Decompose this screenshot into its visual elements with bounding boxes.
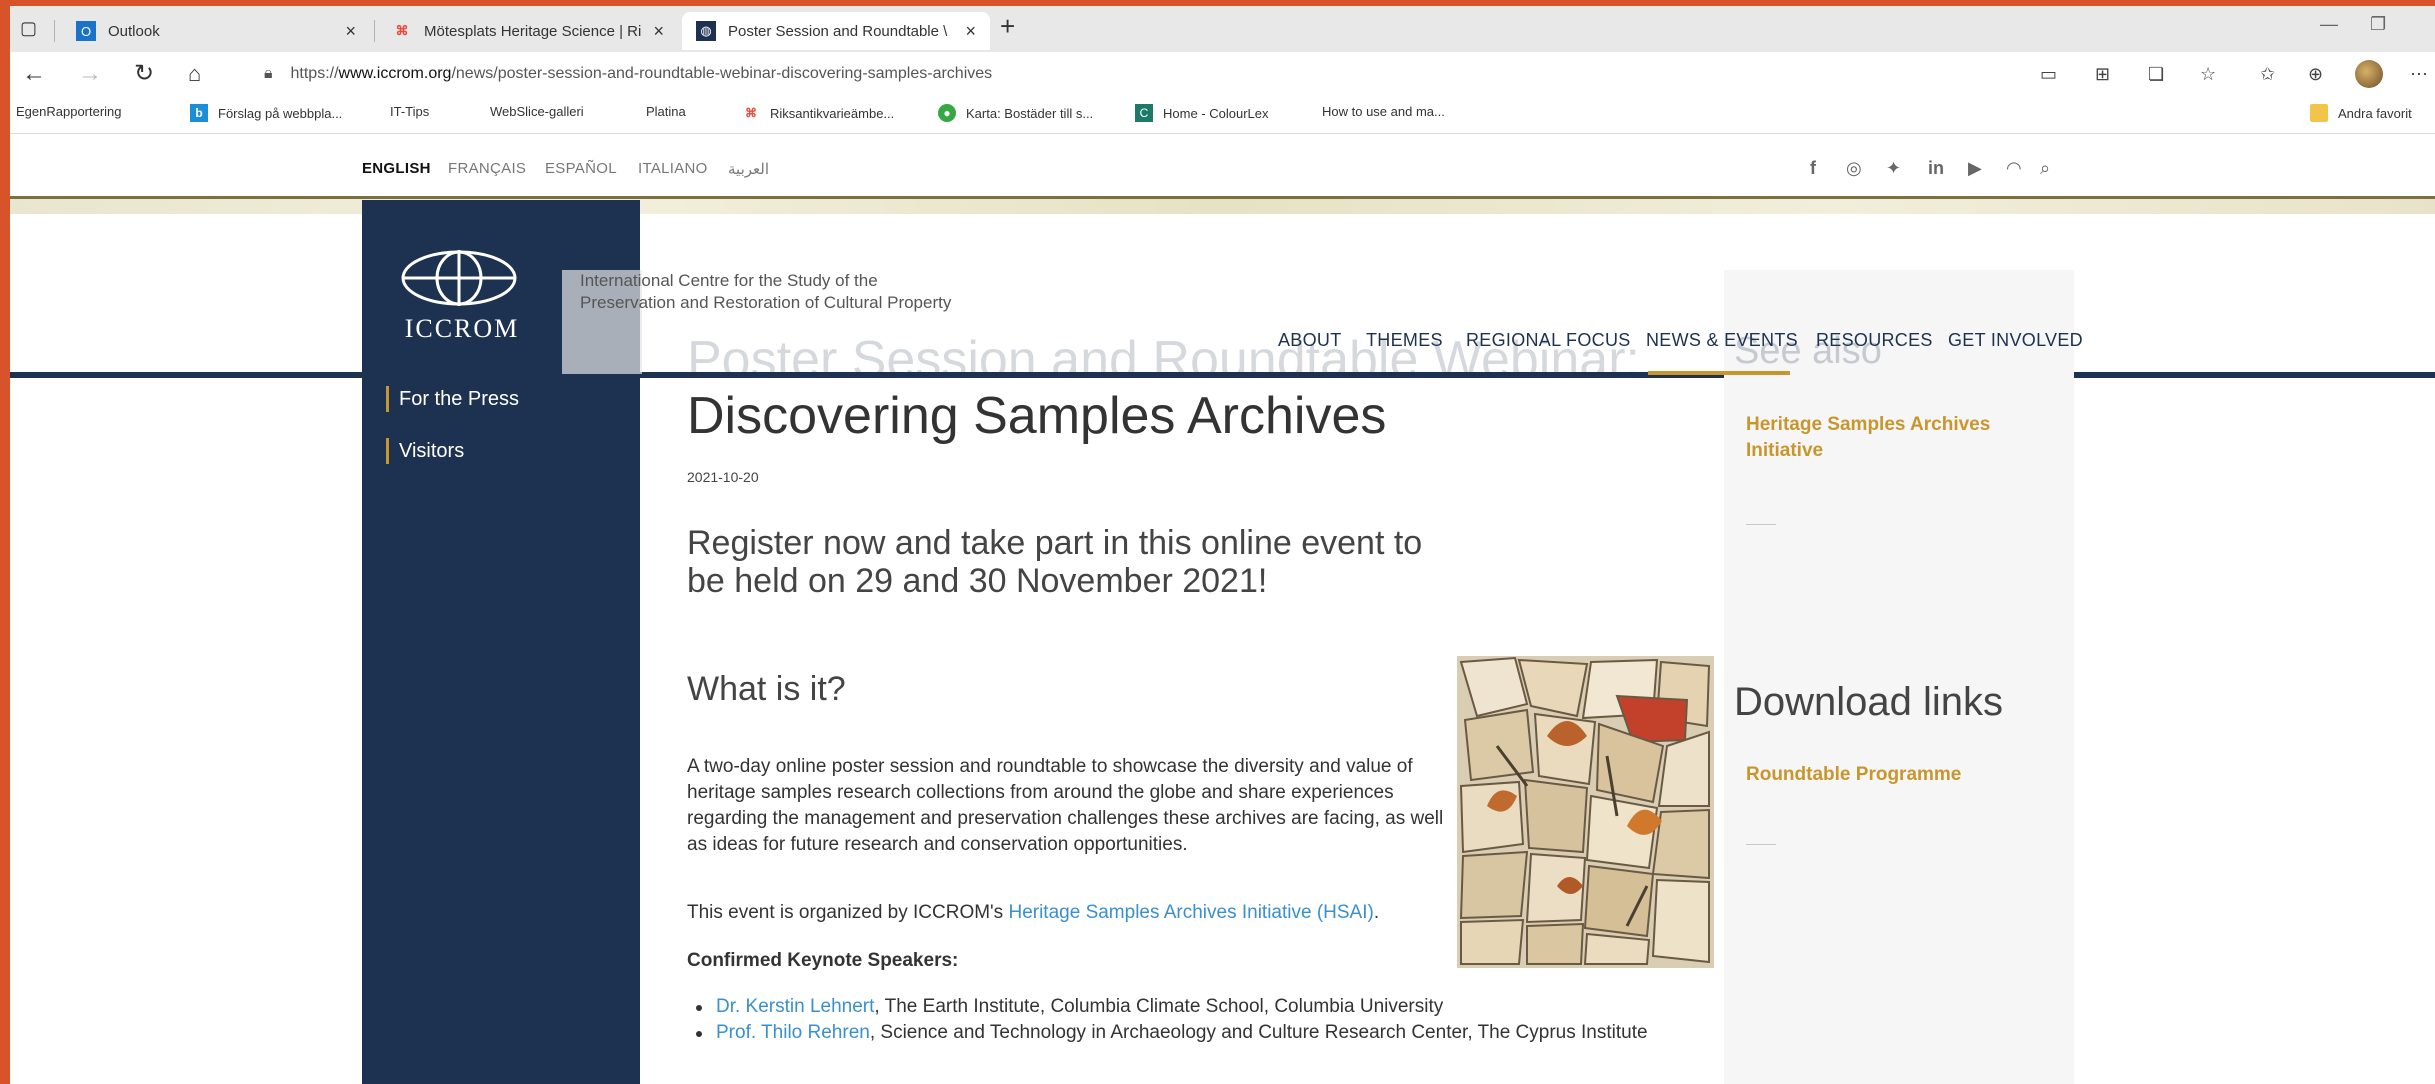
karta-icon: ● — [938, 104, 956, 122]
keynote-heading: Confirmed Keynote Speakers: — [687, 950, 959, 971]
centre-name: International Centre for the Study of th… — [580, 271, 952, 312]
divider — [1746, 844, 1776, 845]
url-host: www.iccrom.org — [338, 65, 452, 82]
description: A two-day online poster session and roun… — [687, 756, 1444, 855]
lang-english[interactable]: ENGLISH — [362, 160, 431, 177]
facebook-icon[interactable]: f — [1810, 158, 1816, 179]
title-line-1: Poster Session and Roundtable Webinar: — [687, 331, 1640, 389]
heritage-icon: ⌘ — [745, 106, 757, 120]
lang-arabic[interactable]: العربية — [728, 160, 769, 178]
tab-title: Mötesplats Heritage Science | Ri — [424, 22, 642, 40]
heritage-icon: ⌘ — [395, 23, 409, 38]
page-title: Discovering Samples Archives — [687, 387, 1387, 445]
divider — [1746, 524, 1776, 525]
refresh-icon[interactable]: ↻ — [134, 60, 154, 88]
restore-icon[interactable]: ❐ — [2370, 14, 2386, 35]
speaker-link[interactable]: Dr. Kerstin Lehnert — [716, 996, 874, 1017]
linkedin-icon[interactable]: in — [1928, 158, 1944, 179]
download-links-heading: Download links — [1734, 680, 2004, 724]
search-icon[interactable]: ⌕ — [2040, 158, 2050, 179]
see-also-link[interactable]: Heritage Samples Archives Initiative — [1746, 412, 2066, 464]
sidebar-link-visitors[interactable]: Visitors — [386, 438, 464, 464]
tab-strip: ▢ O Outlook × ⌘ Mötesplats Heritage Scie… — [10, 6, 2435, 52]
lock-icon: 🔒︎ — [264, 65, 273, 82]
sidebar-link-press[interactable]: For the Press — [386, 386, 519, 412]
right-column: See also Heritage Samples Archives Initi… — [1724, 270, 2074, 1084]
logo[interactable]: ICCROM — [362, 200, 562, 360]
profile-avatar-icon[interactable] — [2355, 60, 2383, 88]
close-icon[interactable]: × — [653, 21, 664, 42]
lang-french[interactable]: FRANÇAIS — [448, 160, 526, 177]
immersive-reader-icon[interactable]: ❏ — [2148, 64, 2164, 85]
collections-icon[interactable]: ⊕ — [2308, 64, 2323, 85]
nav-active-indicator — [1648, 371, 1790, 375]
bookmark-item[interactable]: ⌘ Riksantikvarieämbe... — [742, 104, 894, 122]
apps-icon[interactable]: ⊞ — [2095, 64, 2110, 85]
bing-icon: b — [190, 104, 208, 122]
nav-get-involved[interactable]: GET INVOLVED — [1948, 330, 2083, 351]
tab-title: Poster Session and Roundtable \ — [728, 22, 948, 40]
hsai-link[interactable]: Heritage Samples Archives Initiative (HS… — [1008, 902, 1373, 923]
tab-title: Outlook — [108, 22, 160, 40]
article-image — [1457, 656, 1714, 968]
close-icon[interactable]: × — [345, 21, 356, 42]
speaker-link[interactable]: Prof. Thilo Rehren — [716, 1022, 870, 1043]
add-favorite-icon[interactable]: ☆ — [2200, 64, 2216, 85]
lang-italian[interactable]: ITALIANO — [638, 160, 708, 177]
favorites-icon[interactable]: ✩ — [2260, 64, 2275, 85]
back-icon[interactable]: ← — [22, 60, 46, 88]
forward-icon[interactable]: → — [78, 60, 102, 88]
bookmark-item[interactable]: ● Karta: Bostäder till s... — [938, 104, 1093, 122]
list-item: Prof. Thilo Rehren, Science and Technolo… — [696, 1020, 1696, 1046]
bookmark-item[interactable]: Platina — [646, 104, 686, 250]
web-page: ENGLISH FRANÇAIS ESPAÑOL ITALIANO العربي… — [10, 134, 2435, 1084]
twitter-icon[interactable]: ✦ — [1886, 158, 1901, 179]
nav-news-events[interactable]: NEWS & EVENTS — [1646, 330, 1798, 351]
bookmark-item[interactable]: EgenRapportering — [16, 104, 122, 250]
lead-text: Register now and take part in this onlin… — [687, 524, 1423, 600]
close-icon[interactable]: × — [965, 21, 976, 42]
bookmark-item[interactable]: WebSlice-galleri — [490, 104, 584, 250]
globe-logo-icon — [401, 250, 517, 306]
what-is-it-heading: What is it? — [687, 670, 846, 708]
tab-heritage[interactable]: ⌘ Mötesplats Heritage Science | Ri × — [378, 12, 678, 50]
other-favorites[interactable]: Andra favorit — [2310, 104, 2412, 122]
tab-outlook[interactable]: O Outlook × — [62, 12, 370, 50]
language-bar: ENGLISH FRANÇAIS ESPAÑOL ITALIANO العربي… — [10, 134, 2435, 200]
read-aloud-icon[interactable]: ▭ — [2040, 64, 2057, 85]
outlook-icon: O — [76, 21, 96, 41]
lang-spanish[interactable]: ESPAÑOL — [545, 160, 617, 177]
bookmark-item[interactable]: C Home - ColourLex — [1135, 104, 1269, 122]
address-toolbar: ← → ↻ ⌂ 🔒︎ https://www.iccrom.org/news/p… — [10, 52, 2435, 96]
browser-window: ▢ O Outlook × ⌘ Mötesplats Heritage Scie… — [10, 6, 2435, 1084]
logo-text: ICCROM — [404, 314, 520, 343]
url-path: /news/poster-session-and-roundtable-webi… — [451, 65, 993, 82]
iccrom-icon: ◍ — [696, 21, 716, 41]
tab-poster-session[interactable]: ◍ Poster Session and Roundtable \ × — [682, 12, 990, 50]
folder-icon — [2310, 104, 2328, 122]
new-tab-icon[interactable]: + — [1000, 12, 1015, 40]
nav-resources[interactable]: RESOURCES — [1816, 330, 1933, 351]
tab-actions-icon[interactable]: ▢ — [20, 14, 37, 42]
pottery-fragments-image — [1457, 656, 1714, 968]
more-icon[interactable]: ⋯ — [2410, 64, 2428, 85]
bookmark-item[interactable]: How to use and ma... — [1322, 104, 1445, 250]
home-icon[interactable]: ⌂ — [188, 60, 201, 88]
list-item: Dr. Kerstin Lehnert, The Earth Institute… — [696, 994, 1696, 1020]
address-bar[interactable]: 🔒︎ https://www.iccrom.org/news/poster-se… — [240, 58, 1880, 90]
bookmark-item[interactable]: b Förslag på webbpla... — [190, 104, 342, 122]
minimize-icon[interactable]: — — [2320, 14, 2338, 35]
colourlex-icon: C — [1135, 104, 1153, 122]
rss-icon[interactable]: ◠ — [2006, 158, 2022, 179]
download-link-programme[interactable]: Roundtable Programme — [1746, 762, 2066, 788]
instagram-icon[interactable]: ◎ — [1846, 158, 1862, 179]
article-date: 2021-10-20 — [687, 469, 759, 485]
favorites-bar: EgenRapportering b Förslag på webbpla... … — [10, 96, 2435, 250]
youtube-icon[interactable]: ▶ — [1968, 158, 1982, 179]
bookmark-item[interactable]: IT-Tips — [390, 104, 429, 250]
url-prefix: https:// — [290, 65, 339, 82]
